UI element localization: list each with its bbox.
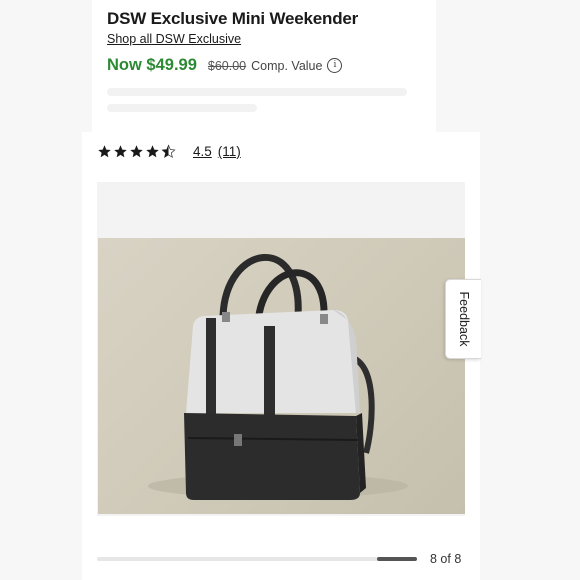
carousel-progress-track <box>97 557 417 561</box>
review-count[interactable]: (11) <box>218 144 241 159</box>
carousel-progress-indicator <box>377 557 417 561</box>
rating-value[interactable]: 4.5 <box>193 144 212 159</box>
blurred-text-line <box>107 88 407 96</box>
feedback-tab[interactable]: Feedback <box>445 279 481 359</box>
product-header: DSW Exclusive Mini Weekender Shop all DS… <box>92 0 436 132</box>
price-comp-label: Comp. Value <box>251 58 323 73</box>
product-gallery-card: 4.5 (11) 8 of 8 <box>82 132 480 580</box>
price-row: Now $49.99 $60.00 Comp. Value i <box>107 56 343 75</box>
star-icon <box>114 145 127 158</box>
product-title: DSW Exclusive Mini Weekender <box>107 9 359 28</box>
product-image <box>98 238 465 514</box>
weekender-bag-illustration <box>148 254 408 500</box>
star-half-icon <box>161 144 176 158</box>
shop-all-link[interactable]: Shop all DSW Exclusive <box>107 32 241 46</box>
blurred-text-line <box>107 104 257 112</box>
rating-row[interactable]: 4.5 (11) <box>97 144 241 159</box>
star-rating <box>97 144 177 159</box>
star-icon <box>98 145 111 158</box>
image-carousel[interactable] <box>97 182 465 516</box>
star-icon <box>130 145 143 158</box>
feedback-label: Feedback <box>456 291 471 347</box>
info-icon[interactable]: i <box>327 58 343 73</box>
slide-counter: 8 of 8 <box>430 552 462 566</box>
price-now: Now $49.99 <box>107 56 197 74</box>
price-was: $60.00 <box>207 58 247 73</box>
star-icon <box>146 145 159 158</box>
